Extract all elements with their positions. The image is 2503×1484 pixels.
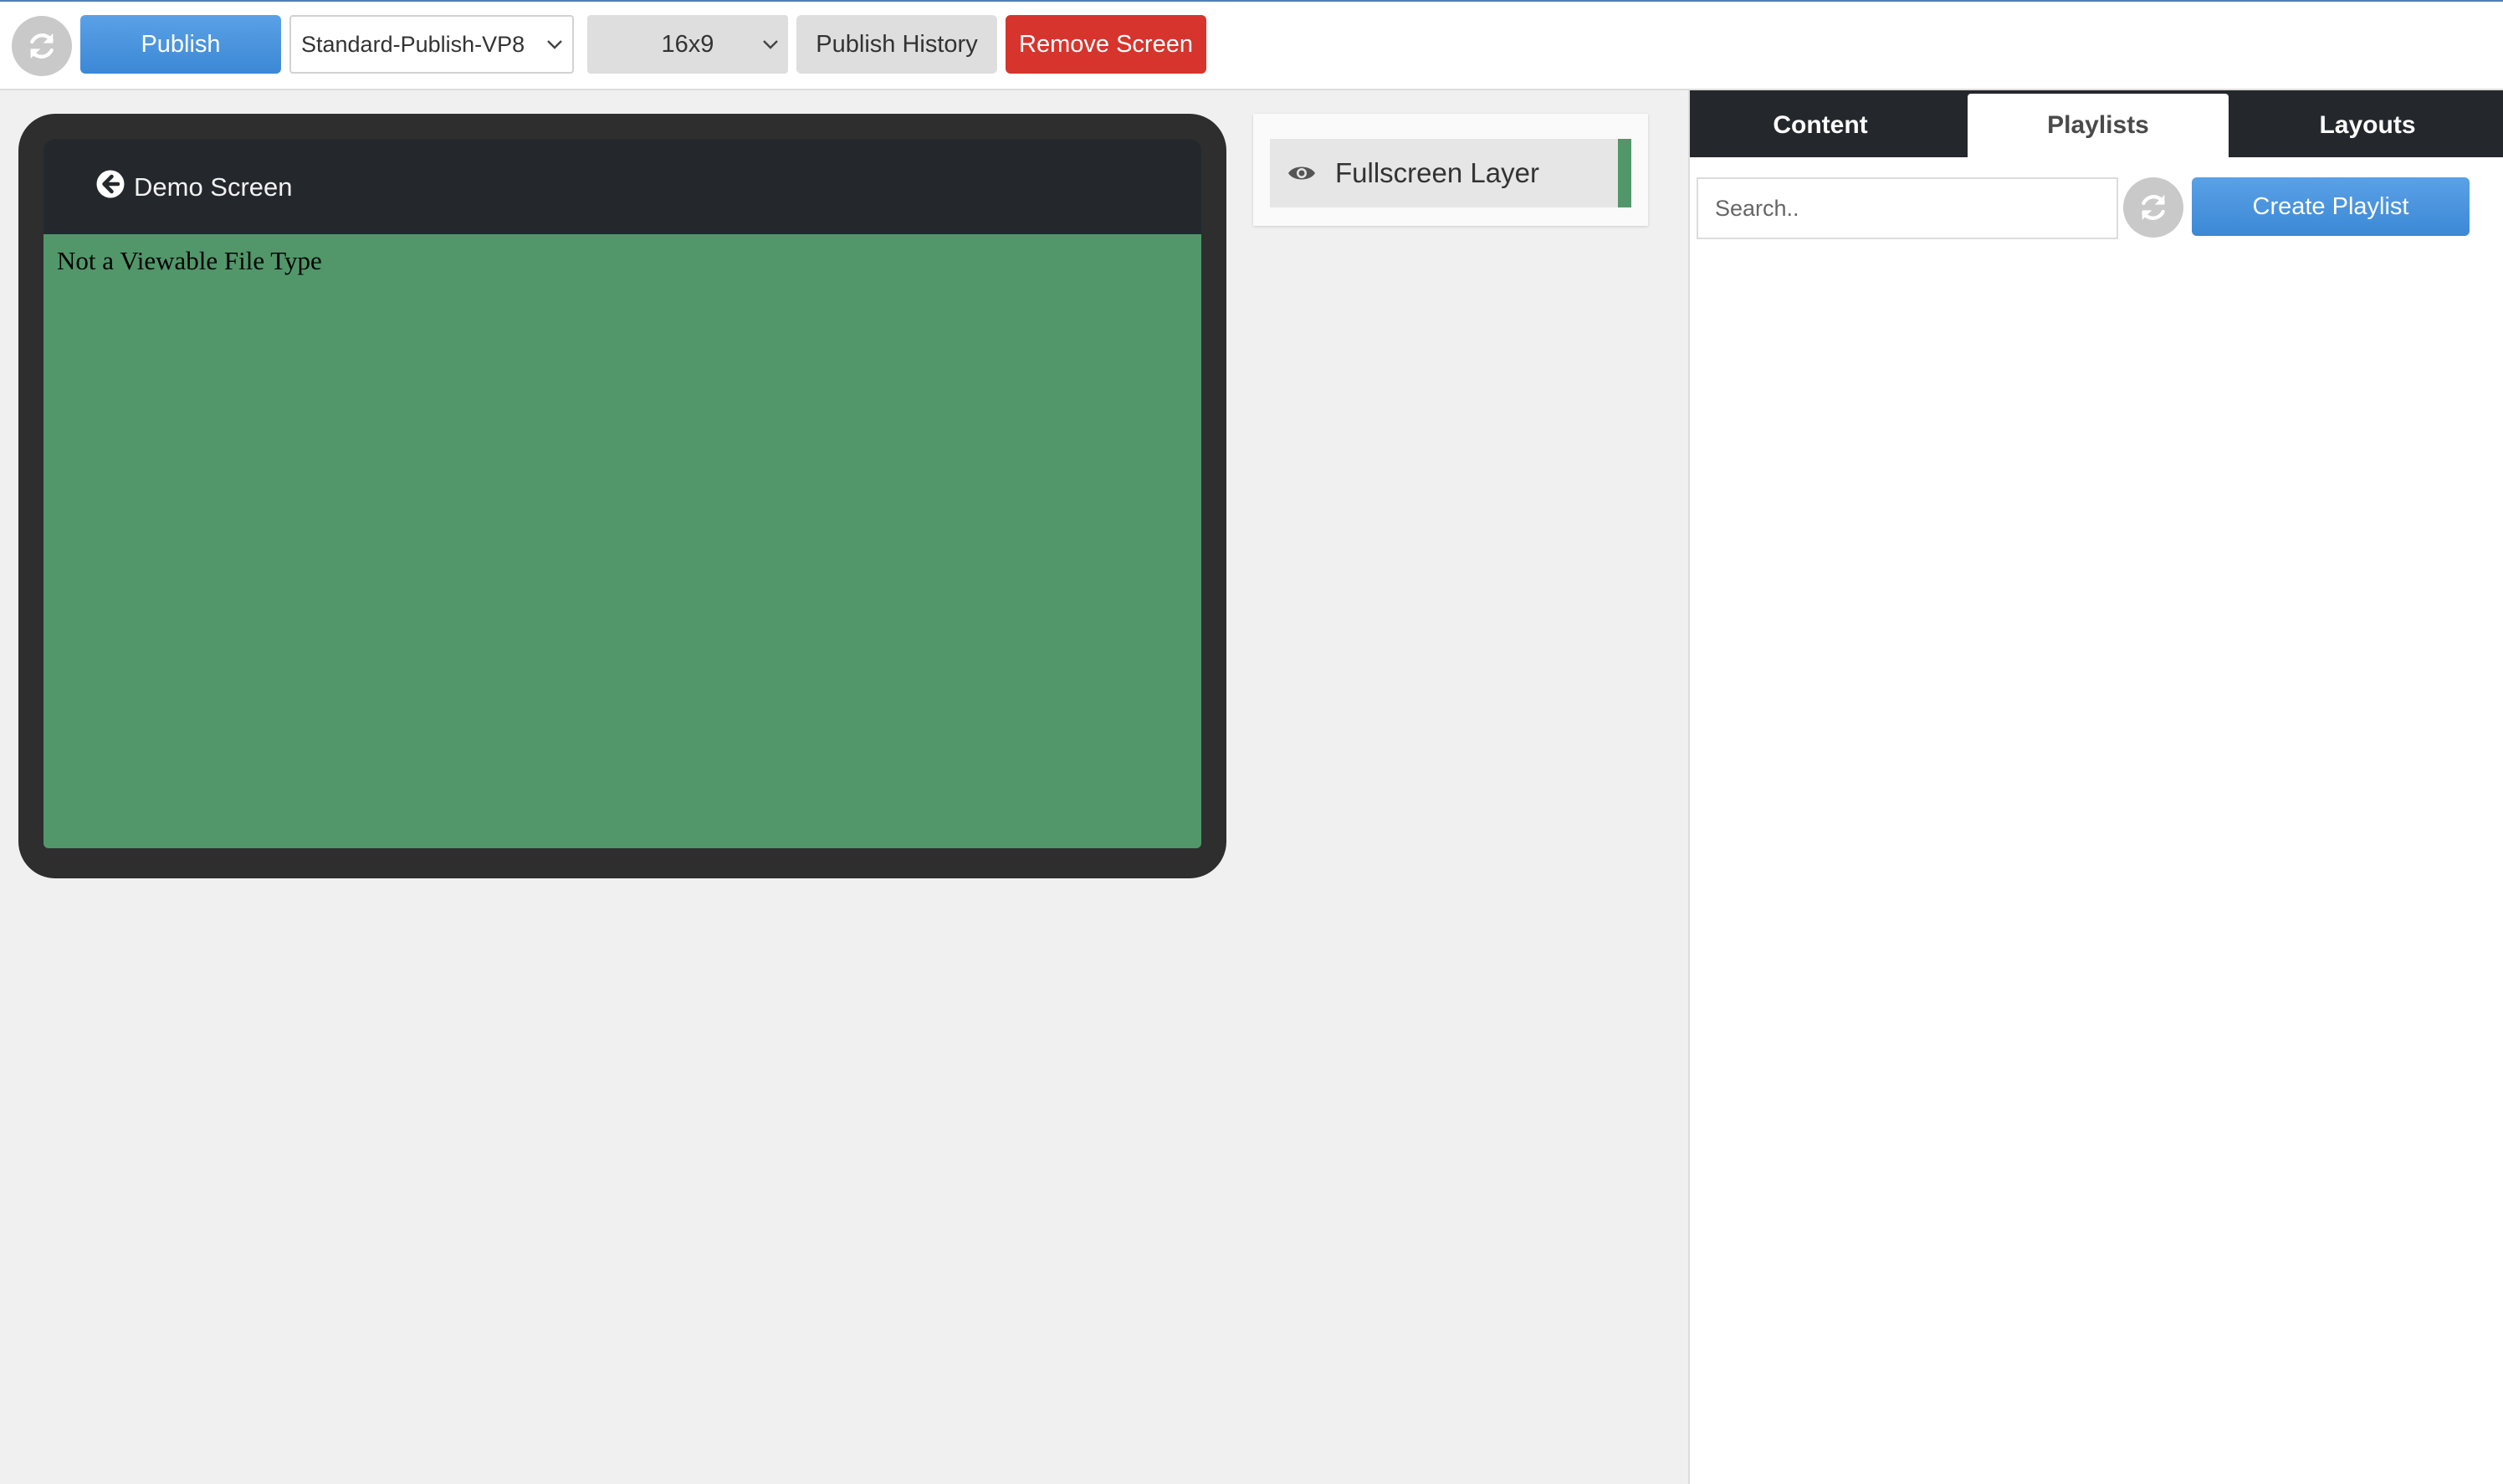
tab-layouts[interactable]: Layouts [2237,94,2498,157]
chevron-down-icon [547,40,562,49]
arrow-left-circle-icon[interactable] [95,169,125,199]
publish-profile-value: Standard-Publish-VP8 [301,31,525,57]
layer-label: Fullscreen Layer [1335,157,1539,188]
eye-icon[interactable] [1287,159,1317,187]
refresh-icon [30,33,54,59]
tab-content[interactable]: Content [1690,94,1951,157]
chevron-down-icon [763,40,778,49]
top-toolbar: Publish Standard-Publish-VP8 16x9 Publis… [0,2,2503,90]
publish-history-button[interactable]: Publish History [796,15,997,74]
library-sidepanel: Content Playlists Layouts Create Playlis… [1688,90,2503,1484]
publish-profile-select[interactable]: Standard-Publish-VP8 [289,15,574,74]
layers-panel: Fullscreen Layer [1253,114,1648,226]
aspect-ratio-value: 16x9 [661,30,714,58]
refresh-playlists-button[interactable] [2123,177,2183,238]
device-header: Demo Screen [44,139,1201,234]
tab-playlists[interactable]: Playlists [1968,94,2229,157]
create-playlist-button[interactable]: Create Playlist [2192,177,2470,236]
device-preview-frame: Demo Screen Not a Viewable File Type [18,114,1226,878]
remove-screen-button[interactable]: Remove Screen [1006,15,1206,74]
layer-item-fullscreen[interactable]: Fullscreen Layer [1270,139,1631,207]
layer-color-indicator [1618,139,1631,207]
search-input[interactable] [1697,177,2118,239]
aspect-ratio-select[interactable]: 16x9 [587,15,788,74]
preview-message: Not a Viewable File Type [57,246,322,275]
refresh-icon [2142,195,2165,220]
refresh-button[interactable] [12,16,72,76]
publish-button[interactable]: Publish [80,15,281,74]
library-tabs: Content Playlists Layouts [1690,90,2503,157]
screen-title: Demo Screen [134,172,293,202]
screen-preview-area: Not a Viewable File Type [44,234,1201,848]
